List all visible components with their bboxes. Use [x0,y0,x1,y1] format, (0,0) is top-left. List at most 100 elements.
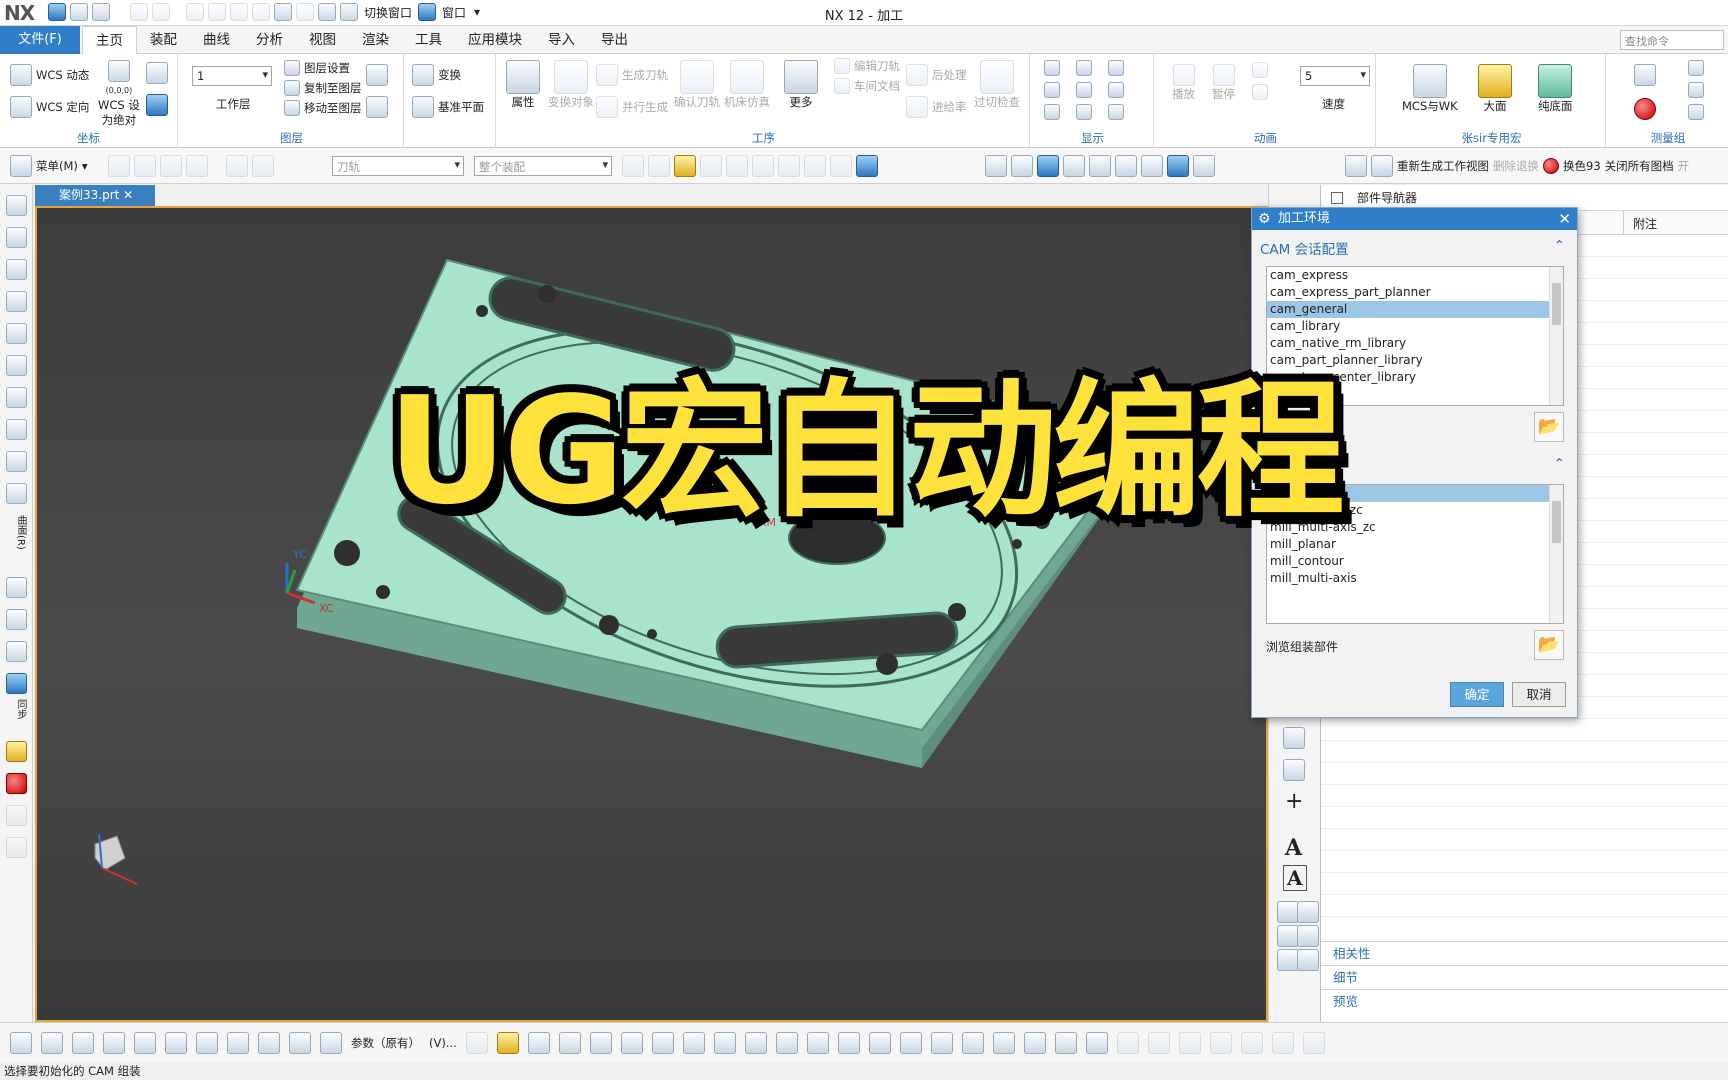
text-box-icon[interactable]: A [1283,865,1307,891]
speed-select[interactable]: 5 [1300,66,1370,86]
wcs-set-absolute-button[interactable]: (0,0,0) WCS 设为绝对 [98,60,140,127]
play-button[interactable]: 播放 [1172,64,1195,101]
file-menu-button[interactable]: 文件(F) [0,26,80,54]
circle-7-icon[interactable] [1085,1032,1108,1054]
display-8-icon[interactable] [1076,104,1092,120]
tab-export[interactable]: 导出 [588,26,641,54]
list-item[interactable]: cam_express_part_planner [1267,284,1563,301]
parallel-generate-button[interactable]: 并行生成 [596,96,668,118]
mcs-wk-button[interactable]: MCS与WK [1402,64,1458,113]
sketch-20-icon[interactable] [1302,1032,1325,1054]
list-item[interactable]: mill_planar [1267,536,1563,553]
display-5-icon[interactable] [1076,82,1092,98]
pure-face-button[interactable]: 纯底面 [1538,64,1573,113]
left-tool-10-icon[interactable] [6,483,27,504]
graphics-viewport[interactable]: YC XC XM [35,206,1268,1022]
section-icon[interactable] [1193,155,1215,177]
switch-window-button[interactable]: 切换窗口 [364,4,412,21]
sketch-13-icon[interactable] [496,1032,519,1054]
sketch-3-icon[interactable] [72,1032,94,1054]
tab-home[interactable]: 主页 [82,26,137,55]
res-3-icon[interactable] [1277,901,1299,923]
record-icon[interactable] [1634,98,1656,120]
chevron-up-icon[interactable]: ⌃ [1554,456,1565,472]
undo-icon[interactable] [130,3,148,21]
filter-2-icon[interactable] [134,155,156,177]
display-7-icon[interactable] [1044,104,1060,120]
close-icon[interactable]: ✕ [1558,208,1571,230]
part-file-tab[interactable]: 案例33.prt ✕ [35,185,155,206]
step-back-icon[interactable] [1252,62,1268,78]
measure-2-icon[interactable] [1688,60,1704,76]
properties-button[interactable]: 属性 [506,60,540,109]
save-icon[interactable] [48,3,66,21]
tangent-icon[interactable] [589,1032,612,1054]
left-tool-17-icon[interactable] [6,805,27,826]
display-2-icon[interactable] [1076,60,1092,76]
display-4-icon[interactable] [1044,82,1060,98]
details-section[interactable]: 细节 [1321,965,1728,989]
circle-3-icon[interactable] [961,1032,984,1054]
big-face-button[interactable]: 大面 [1478,64,1512,113]
copy-icon[interactable] [208,3,226,21]
shaded-icon[interactable] [1167,155,1189,177]
left-tool-5-icon[interactable] [6,323,27,344]
sketch-1-icon[interactable] [10,1032,32,1054]
snap-2-icon[interactable] [648,155,670,177]
left-tool-13-icon[interactable] [6,641,27,662]
snap-7-icon[interactable] [778,155,800,177]
display-3-icon[interactable] [1108,60,1124,76]
list-item[interactable]: mill_contour_zc [1267,502,1563,519]
snap-6-icon[interactable] [752,155,774,177]
list-item-selected[interactable]: mill_planar [1267,485,1563,502]
sketch-12-icon[interactable] [465,1032,488,1054]
line-icon[interactable] [527,1032,550,1054]
display-9-icon[interactable] [1108,104,1124,120]
sketch-19-icon[interactable] [1271,1032,1294,1054]
regen-view-button[interactable]: 重新生成工作视图 [1397,158,1489,174]
filter-1-icon[interactable] [108,155,130,177]
scrollbar[interactable] [1549,485,1563,623]
close-icon[interactable]: ✕ [123,188,133,202]
setup-list[interactable]: mill_planar mill_contour_zc mill_multi-a… [1266,484,1564,624]
list-item[interactable]: mill_multi-axis [1267,570,1563,587]
left-tool-3-icon[interactable] [6,259,27,280]
res-4-icon[interactable] [1297,901,1319,923]
type-filter-select[interactable]: 刀轨 [332,156,464,176]
sketch-11-icon[interactable] [320,1032,342,1054]
list-item[interactable]: cam_native_rm_library [1267,335,1563,352]
shop-doc-button[interactable]: 车间文档 [834,78,900,94]
snap-3-icon[interactable] [674,155,696,177]
filter-3-icon[interactable] [160,155,182,177]
wcs-toggle-icon[interactable] [1345,155,1367,177]
plus-icon[interactable]: + [1285,789,1303,814]
cancel-button[interactable]: 取消 [1512,682,1566,707]
browse-assembly-button[interactable]: 📂 [1534,630,1564,660]
delete-regen-button[interactable]: 删除退换 [1493,158,1539,174]
sketch-17-icon[interactable] [1209,1032,1232,1054]
list-item-selected[interactable]: cam_general [1267,301,1563,318]
dialog-title-bar[interactable]: ⚙ 加工环境 ✕ [1252,208,1577,230]
sketch-15-icon[interactable] [1147,1032,1170,1054]
pause-button[interactable]: 暂停 [1212,64,1235,101]
res-5-icon[interactable] [1277,925,1299,947]
post-process-button[interactable]: 后处理 [906,64,967,86]
sketch-8-icon[interactable] [227,1032,249,1054]
cut-icon[interactable] [186,3,204,21]
confirm-path-button[interactable]: 确认刀轨 [674,60,720,109]
command-search-input[interactable]: 查找命令 [1620,30,1724,50]
sketch-2-icon[interactable] [41,1032,63,1054]
left-tool-9-icon[interactable] [6,451,27,472]
left-tool-8-icon[interactable] [6,419,27,440]
rotate-icon[interactable] [1037,155,1059,177]
tab-assembly[interactable]: 装配 [137,26,190,54]
left-tool-7-icon[interactable] [6,387,27,408]
main-menu-button[interactable]: 菜单(M) ▾ [10,155,88,177]
measure-icon[interactable] [1634,64,1656,86]
wcs-reorient-icon[interactable] [146,94,168,116]
copy-to-layer-button[interactable]: 复制至图层 [284,80,362,96]
render-style-icon[interactable] [1141,155,1163,177]
extend-icon[interactable] [651,1032,674,1054]
snap-8-icon[interactable] [804,155,826,177]
view-param-button[interactable]: (V)... [429,1036,457,1050]
